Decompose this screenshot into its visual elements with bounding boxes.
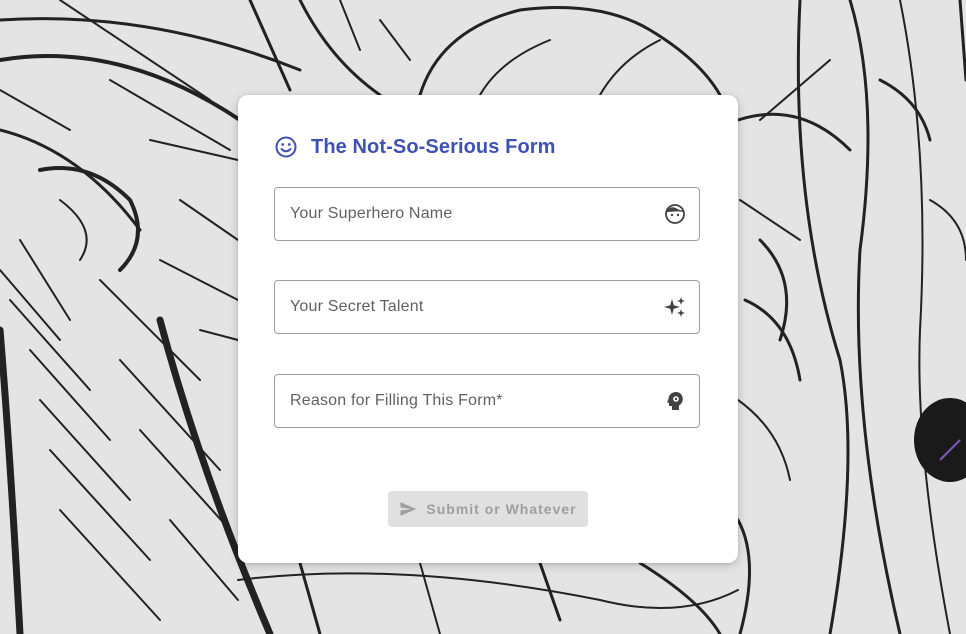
superhero-name-input[interactable] <box>275 188 663 240</box>
submit-button[interactable]: Submit or Whatever <box>388 491 588 527</box>
secret-talent-field[interactable] <box>274 280 700 334</box>
superhero-name-field[interactable] <box>274 187 700 241</box>
secret-talent-input[interactable] <box>275 281 663 333</box>
form-card: The Not-So-Serious Form Your Superhero N… <box>238 95 738 563</box>
submit-button-label: Submit or Whatever <box>426 501 577 517</box>
form-title: The Not-So-Serious Form <box>311 135 556 158</box>
reason-field[interactable] <box>274 374 700 428</box>
sparkles-icon <box>663 295 687 319</box>
face-icon <box>663 202 687 226</box>
psychology-head-icon <box>663 389 687 413</box>
form-header: The Not-So-Serious Form <box>274 133 556 161</box>
reason-input[interactable] <box>275 375 663 427</box>
smiley-face-icon <box>274 135 298 159</box>
send-icon <box>399 500 417 518</box>
